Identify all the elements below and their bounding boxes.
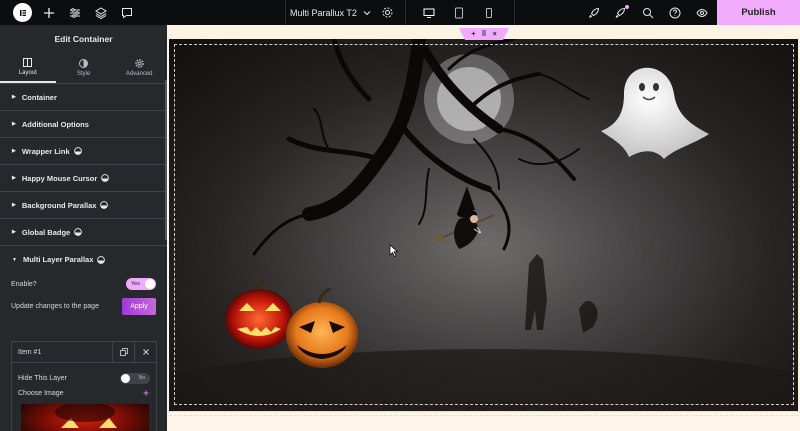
apply-button[interactable]: Apply [122, 297, 156, 315]
document-title-dropdown[interactable]: Multi Parallux T2 [290, 0, 372, 25]
toggle-knob [145, 279, 155, 289]
copy-icon [119, 348, 128, 356]
close-icon [142, 349, 149, 355]
document-title: Multi Parallux T2 [290, 7, 357, 18]
caret-right-icon: ▶ [12, 94, 16, 100]
chevron-down-icon [363, 10, 371, 15]
tab-label: Advanced [125, 70, 153, 77]
tab-advanced[interactable]: Advanced [111, 52, 167, 83]
notes-icon[interactable] [607, 0, 634, 25]
desktop-icon [423, 8, 435, 18]
happy-addons-icon [100, 201, 109, 209]
settings-sliders-icon[interactable] [62, 0, 88, 25]
pumpkin-preview-image [55, 404, 117, 428]
tab-style[interactable]: Style [56, 52, 112, 83]
divider [405, 0, 406, 25]
section-label: Multi Layer Parallax [22, 255, 94, 264]
hide-layer-control: Hide This Layer No [12, 369, 156, 387]
close-icon[interactable]: × [493, 31, 497, 38]
section-label: Additional Options [21, 119, 89, 129]
container-outline [174, 44, 794, 405]
happy-addons-icon [101, 174, 110, 182]
device-mobile-button[interactable] [474, 0, 504, 25]
page-settings-gear-icon[interactable] [381, 6, 394, 19]
device-desktop-button[interactable] [414, 0, 444, 25]
help-icon[interactable] [661, 0, 688, 25]
caret-right-icon: ▶ [12, 148, 16, 154]
hide-layer-label: Hide This Layer [18, 374, 67, 382]
enable-toggle[interactable]: Yes [126, 278, 156, 290]
comments-icon[interactable] [114, 0, 140, 25]
container-handle[interactable]: + ⠿ × [459, 28, 509, 40]
canvas-bottom-area [167, 411, 800, 431]
happy-addons-icon [97, 255, 106, 264]
section-label: Wrapper Link [21, 146, 70, 156]
remove-item-button[interactable] [134, 341, 156, 363]
section-happy-mouse-cursor[interactable]: ▶ Happy Mouse Cursor [0, 165, 167, 192]
panel-title: Edit Container [0, 25, 167, 52]
image-preview[interactable] [21, 404, 149, 431]
update-label: Update changes to the page [11, 302, 99, 310]
editor-canvas: + ⠿ × [167, 25, 800, 431]
caret-right-icon: ▶ [12, 121, 16, 127]
layers-icon[interactable] [88, 0, 114, 25]
update-control: Update changes to the page Apply [0, 293, 167, 319]
section-multi-layer-parallax[interactable]: ▼ Multi Layer Parallax [0, 246, 167, 273]
device-switcher [414, 0, 504, 25]
publish-button[interactable]: Publish [717, 0, 800, 25]
caret-right-icon: ▶ [12, 229, 16, 235]
editor-panel: Edit Container Layout Style Advanced ▶ C… [0, 25, 167, 431]
toggle-value: Yes [131, 281, 140, 287]
toggle-knob [121, 373, 130, 383]
happy-addons-icon [73, 147, 82, 155]
section-additional-options[interactable]: ▶ Additional Options [0, 111, 167, 138]
notification-dot [625, 5, 629, 9]
add-icon[interactable] [36, 0, 62, 25]
layout-icon [23, 57, 33, 67]
section-global-badge[interactable]: ▶ Global Badge [0, 219, 167, 246]
style-half-circle-icon [79, 58, 88, 68]
caret-right-icon: ▶ [12, 202, 16, 208]
add-icon[interactable]: + [471, 31, 475, 38]
happy-addons-icon [74, 228, 83, 236]
section-label: Container [21, 92, 57, 102]
section-label: Happy Mouse Cursor [21, 173, 98, 183]
divider [514, 0, 515, 25]
caret-right-icon: ▶ [12, 175, 16, 181]
elementor-logo-icon[interactable] [13, 3, 32, 22]
preview-eye-icon[interactable] [688, 0, 715, 25]
panel-tabs: Layout Style Advanced [0, 52, 167, 84]
enable-control: Enable? Yes [0, 275, 167, 293]
next-container-outline [169, 415, 798, 416]
mobile-icon [486, 7, 492, 18]
top-bar: Multi Parallux T2 Publish [0, 0, 800, 25]
section-wrapper-link[interactable]: ▶ Wrapper Link [0, 138, 167, 165]
choose-image-control: Choose Image [12, 387, 156, 399]
section-container[interactable]: ▶ Container [0, 84, 167, 111]
ai-sparkle-icon[interactable] [142, 389, 150, 397]
toggle-value: No [138, 375, 145, 381]
search-icon[interactable] [634, 0, 661, 25]
duplicate-item-button[interactable] [112, 341, 134, 363]
tab-label: Style [76, 70, 91, 77]
tab-label: Layout [18, 69, 37, 76]
drag-grid-icon[interactable]: ⠿ [481, 30, 486, 38]
tab-layout[interactable]: Layout [0, 52, 56, 83]
section-background-parallax[interactable]: ▶ Background Parallax [0, 192, 167, 219]
section-label: Global Badge [21, 227, 71, 237]
gear-icon [134, 58, 144, 68]
device-tablet-button[interactable] [444, 0, 474, 25]
hide-layer-toggle[interactable]: No [120, 372, 150, 384]
container-preview[interactable] [169, 39, 798, 411]
repeater-item-header[interactable]: Item #1 [12, 341, 156, 363]
choose-image-label: Choose Image [18, 389, 64, 397]
enable-label: Enable? [11, 280, 37, 288]
tablet-icon [455, 7, 463, 18]
section-label: Background Parallax [21, 200, 97, 210]
rocket-icon[interactable] [580, 0, 607, 25]
repeater-item: Item #1 Hide This Layer No Choose Image [11, 341, 157, 431]
caret-down-icon: ▼ [12, 256, 17, 263]
repeater-item-label: Item #1 [18, 348, 42, 356]
divider [285, 0, 286, 25]
